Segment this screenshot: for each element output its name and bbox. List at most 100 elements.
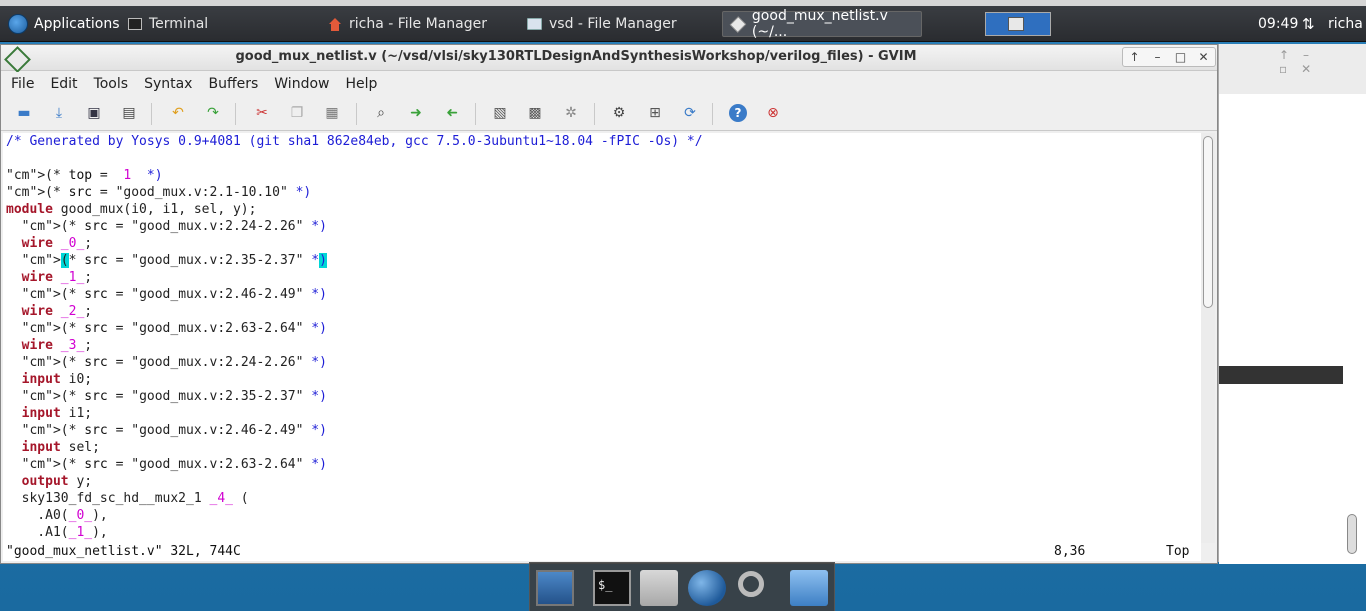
vertical-scrollbar[interactable]: [1201, 133, 1215, 543]
workspace-pager[interactable]: [985, 12, 1051, 36]
code-line[interactable]: [3, 150, 1201, 167]
file-info: "good_mux_netlist.v" 32L, 744C: [6, 544, 241, 559]
title-bar[interactable]: good_mux_netlist.v (~/vsd/vlsi/sky130RTL…: [1, 45, 1217, 71]
code-line[interactable]: input sel;: [3, 439, 1201, 456]
code-line[interactable]: wire _1_;: [3, 269, 1201, 286]
paste-icon[interactable]: ▦: [323, 104, 341, 122]
code-line[interactable]: "cm">(* src = "good_mux.v:2.63-2.64" *): [3, 320, 1201, 337]
toolbar-separator: [475, 103, 476, 125]
code-line[interactable]: "cm">(* src = "good_mux.v:2.46-2.49" *): [3, 422, 1201, 439]
dock-home-folder-icon[interactable]: [640, 570, 678, 606]
terminal-icon: [128, 18, 142, 30]
taskbar: Applications Terminal richa - File Manag…: [0, 6, 1366, 42]
toolbar-separator: [712, 103, 713, 125]
code-line[interactable]: input i0;: [3, 371, 1201, 388]
code-line[interactable]: "cm">(* src = "good_mux.v:2.46-2.49" *): [3, 286, 1201, 303]
keep-above-button[interactable]: ↑: [1126, 50, 1144, 64]
find-icon[interactable]: ⌕: [372, 104, 390, 122]
code-line[interactable]: wire _0_;: [3, 235, 1201, 252]
show-desktop-icon[interactable]: [536, 570, 574, 606]
code-line[interactable]: output y;: [3, 473, 1201, 490]
open-icon[interactable]: ▬: [15, 104, 33, 122]
minimize-button[interactable]: –: [1149, 50, 1167, 64]
toolbar-separator: [151, 103, 152, 125]
print-icon[interactable]: ▤: [120, 104, 138, 122]
code-line[interactable]: "cm">(* src = "good_mux.v:2.24-2.26" *): [3, 218, 1201, 235]
code-line[interactable]: /* Generated by Yosys 0.9+4081 (git sha1…: [3, 133, 1201, 150]
copy-icon[interactable]: ❐: [288, 104, 306, 122]
dock-file-manager-icon[interactable]: [790, 570, 828, 606]
code-line[interactable]: "cm">(* src = "good_mux.v:2.63-2.64" *): [3, 456, 1201, 473]
background-file-manager-window[interactable]: ↑–▫✕: [1218, 44, 1366, 564]
dock: $_: [529, 562, 835, 611]
task-richa-file-manager[interactable]: richa - File Manager: [320, 11, 495, 37]
code-line[interactable]: "cm">(* src = "good_mux.v:2.1-10.10" *): [3, 184, 1201, 201]
network-icon[interactable]: ⇅: [1302, 15, 1315, 33]
dock-search-icon[interactable]: [738, 571, 764, 597]
code-line[interactable]: input i1;: [3, 405, 1201, 422]
status-line: "good_mux_netlist.v" 32L, 744C 8,36 Top: [3, 543, 1201, 561]
find-prev-icon[interactable]: ➜: [443, 104, 461, 122]
close-button[interactable]: ✕: [1195, 50, 1213, 64]
background-window-controls: ↑–▫✕: [1279, 48, 1326, 76]
save-all-icon[interactable]: ▣: [85, 104, 103, 122]
menu-window[interactable]: Window: [266, 76, 337, 92]
task-label: vsd - File Manager: [549, 16, 677, 32]
load-session-icon[interactable]: ▧: [491, 104, 509, 122]
make-icon[interactable]: ⚙: [610, 104, 628, 122]
workspace-window-thumbnail: [1008, 17, 1024, 31]
code-line[interactable]: "cm">(* top = 1 *): [3, 167, 1201, 184]
xfce-logo-icon: [8, 14, 28, 34]
task-gvim[interactable]: good_mux_netlist.v (~/...: [722, 8, 922, 40]
code-line[interactable]: "cm">(* src = "good_mux.v:2.24-2.26" *): [3, 354, 1201, 371]
menu-help[interactable]: Help: [337, 76, 385, 92]
task-label: Terminal: [149, 16, 209, 32]
code-line[interactable]: module good_mux(i0, i1, sel, y);: [3, 201, 1201, 218]
save-icon[interactable]: ⤓: [50, 104, 68, 122]
code-line[interactable]: "cm">(* src = "good_mux.v:2.35-2.37" *): [3, 252, 1201, 269]
find-help-icon[interactable]: ⊗: [764, 104, 782, 122]
tags-icon[interactable]: ⟳: [681, 104, 699, 122]
code-line[interactable]: wire _3_;: [3, 337, 1201, 354]
menu-file[interactable]: File: [3, 76, 42, 92]
background-window-selection-bar: [1219, 366, 1343, 384]
applications-label: Applications: [34, 16, 120, 32]
run-script-icon[interactable]: ✲: [562, 104, 580, 122]
code-line[interactable]: .A1(_1_),: [3, 524, 1201, 541]
applications-menu-button[interactable]: Applications: [2, 9, 126, 39]
menu-edit[interactable]: Edit: [42, 76, 85, 92]
vim-icon: [729, 15, 747, 33]
code-line[interactable]: wire _2_;: [3, 303, 1201, 320]
toolbar: ▬ ⤓ ▣ ▤ ↶ ↷ ✂ ❐ ▦ ⌕ ➜ ➜ ▧ ▩ ✲ ⚙ ⊞ ⟳ ? ⊗: [1, 97, 1217, 131]
save-session-icon[interactable]: ▩: [526, 104, 544, 122]
window-controls: ↑ – □ ✕: [1122, 47, 1216, 67]
menu-tools[interactable]: Tools: [86, 76, 137, 92]
maximize-button[interactable]: □: [1172, 50, 1190, 64]
cut-icon[interactable]: ✂: [253, 104, 271, 122]
shell-icon[interactable]: ⊞: [646, 104, 664, 122]
redo-icon[interactable]: ↷: [204, 104, 222, 122]
help-icon[interactable]: ?: [729, 104, 747, 122]
scroll-position: Top: [1166, 544, 1190, 559]
editor-text-area[interactable]: /* Generated by Yosys 0.9+4081 (git sha1…: [3, 133, 1201, 543]
menu-buffers[interactable]: Buffers: [200, 76, 266, 92]
gvim-window[interactable]: good_mux_netlist.v (~/vsd/vlsi/sky130RTL…: [0, 44, 1218, 564]
terminal-prompt-glyph: $_: [598, 578, 613, 592]
code-line[interactable]: sky130_fd_sc_hd__mux2_1 _4_ (: [3, 490, 1201, 507]
dock-web-browser-icon[interactable]: [688, 570, 726, 606]
scrollbar-thumb[interactable]: [1203, 136, 1213, 308]
code-line[interactable]: "cm">(* src = "good_mux.v:2.35-2.37" *): [3, 388, 1201, 405]
task-label: richa - File Manager: [349, 16, 487, 32]
code-line[interactable]: .A0(_0_),: [3, 507, 1201, 524]
user-menu[interactable]: richa: [1328, 16, 1363, 32]
dock-terminal-icon[interactable]: $_: [593, 570, 631, 606]
task-vsd-file-manager[interactable]: vsd - File Manager: [519, 11, 685, 37]
task-terminal[interactable]: Terminal: [120, 11, 216, 37]
clock[interactable]: 09:49: [1258, 16, 1298, 32]
menu-syntax[interactable]: Syntax: [136, 76, 200, 92]
find-next-icon[interactable]: ➜: [407, 104, 425, 122]
background-window-scrollbar[interactable]: [1347, 514, 1357, 554]
undo-icon[interactable]: ↶: [169, 104, 187, 122]
window-title: good_mux_netlist.v (~/vsd/vlsi/sky130RTL…: [235, 49, 917, 64]
task-label: good_mux_netlist.v (~/...: [751, 8, 888, 40]
